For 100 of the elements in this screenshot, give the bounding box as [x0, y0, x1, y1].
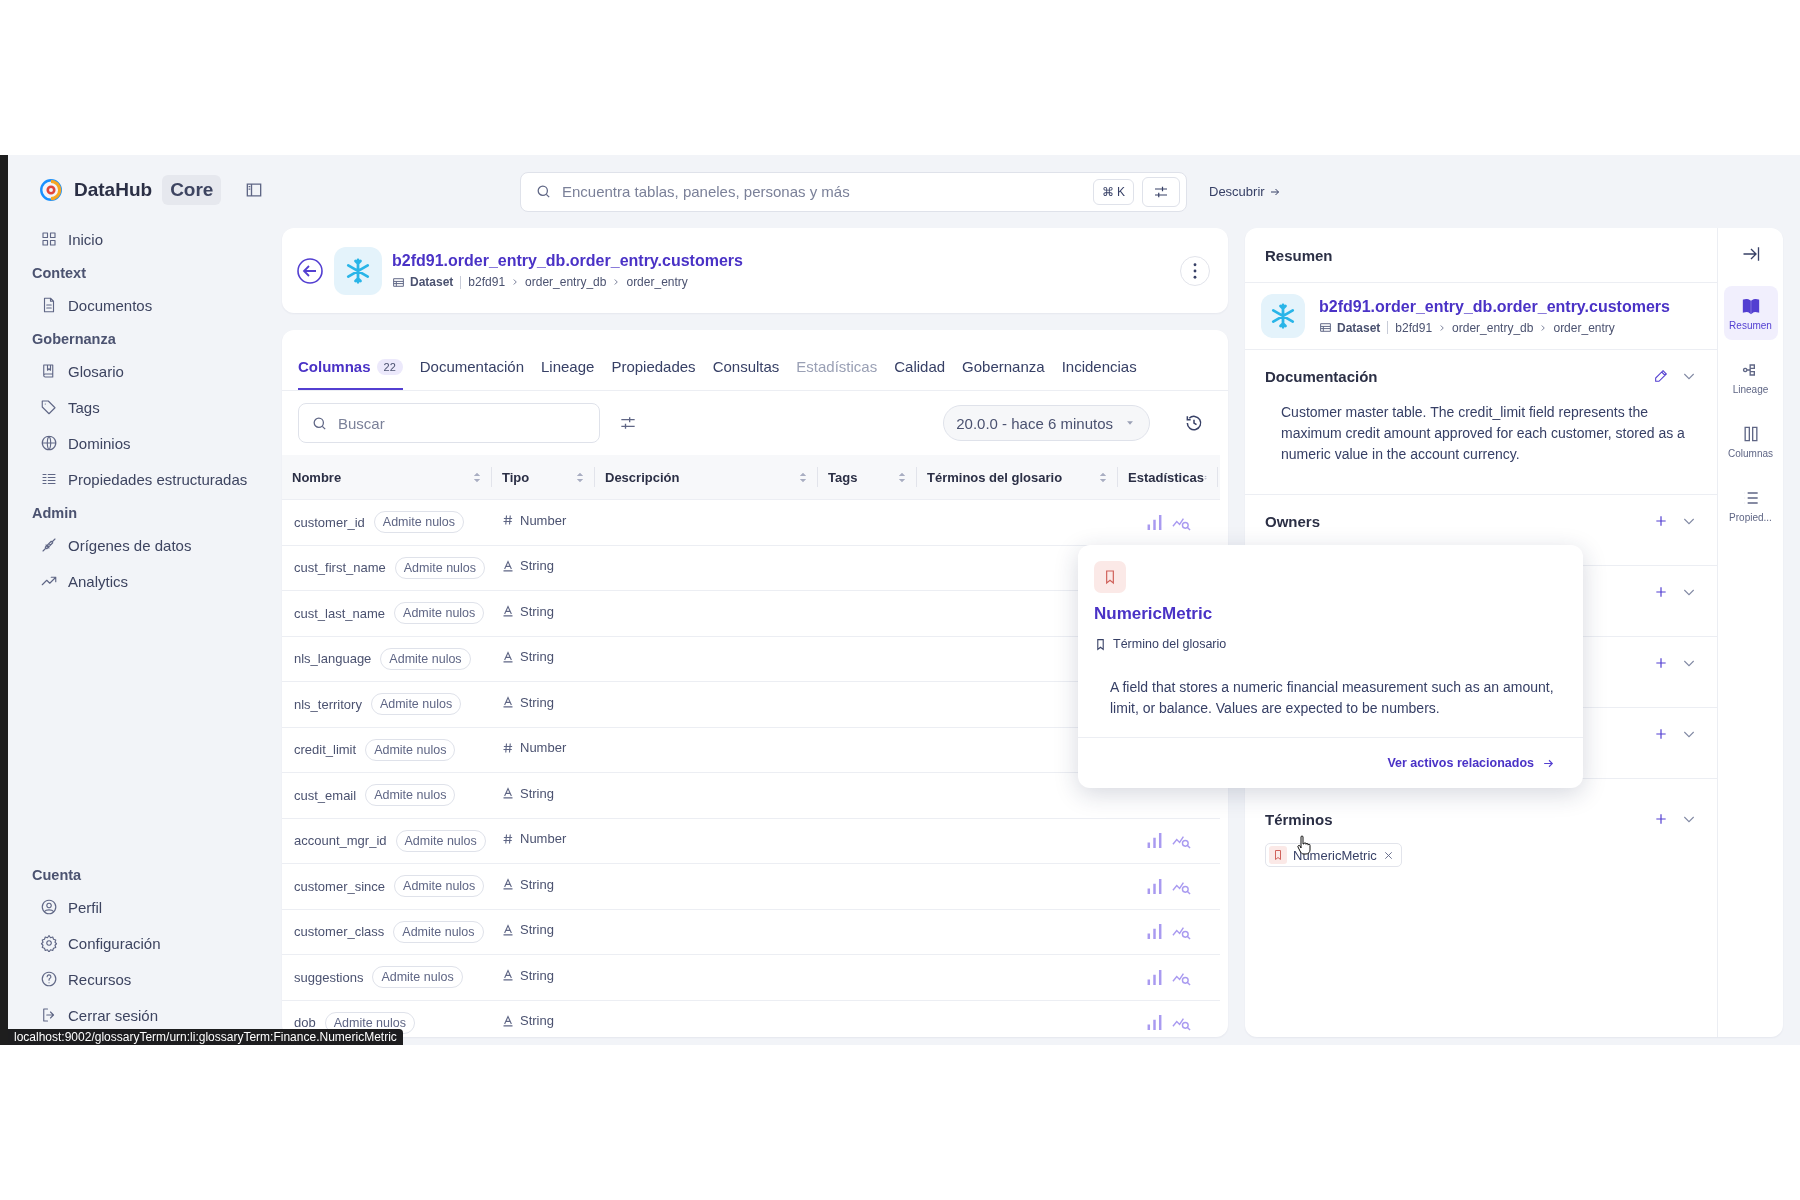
sort-icon[interactable] [576, 470, 584, 484]
tab[interactable]: Gobernanza [962, 358, 1045, 390]
term-title[interactable]: NumericMetric [1094, 604, 1567, 624]
sidebar-item[interactable]: Orígenes de datos [24, 527, 266, 563]
bar-chart-icon[interactable] [1145, 922, 1164, 942]
breadcrumb-link[interactable]: order_entry_db [1452, 320, 1534, 335]
bookmark-icon [1269, 846, 1287, 864]
breadcrumb-link[interactable]: order_entry [626, 275, 688, 289]
tab[interactable]: Propiedades [611, 358, 696, 390]
sidebar-item[interactable]: Documentos [24, 287, 266, 323]
tab[interactable]: Lineage [541, 358, 595, 390]
data-type: String [520, 603, 554, 619]
tab[interactable]: Calidad [894, 358, 946, 390]
edit-icon[interactable] [1653, 368, 1669, 384]
column-name: suggestions [294, 969, 364, 985]
history-icon[interactable] [1184, 413, 1204, 433]
sidebar-item[interactable]: Tags [24, 389, 266, 425]
dataset-title[interactable]: b2fd91.order_entry_db.order_entry.customers [392, 252, 743, 270]
panel-tab[interactable]: Resumen [1723, 286, 1778, 340]
data-type: String [520, 922, 554, 938]
bar-chart-icon[interactable] [1145, 967, 1164, 987]
panel-tab[interactable]: Columnas [1723, 414, 1778, 468]
search-icon [535, 183, 552, 200]
entity-type: Dataset [1337, 320, 1381, 335]
related-assets-link[interactable]: Ver activos relacionados [1387, 756, 1555, 770]
edition-badge: Core [162, 175, 222, 205]
nav-icon [40, 230, 58, 248]
tab[interactable]: Columnas 22 [298, 358, 403, 390]
panel-title: Resumen [1245, 228, 1717, 283]
nav-icon [40, 970, 58, 988]
breadcrumb-link[interactable]: b2fd91 [468, 275, 506, 289]
panel-tab[interactable]: Lineage [1723, 350, 1778, 404]
sort-icon[interactable] [898, 470, 906, 484]
search-field[interactable]: Buscar [298, 403, 600, 443]
discover-link[interactable]: Descubrir [1209, 184, 1281, 199]
filter-button[interactable] [1142, 176, 1180, 207]
hash-icon [502, 832, 514, 845]
count-badge: 22 [376, 358, 403, 375]
data-type: String [520, 694, 554, 710]
tab[interactable]: Documentación [419, 358, 524, 390]
table-icon [1319, 321, 1332, 334]
back-icon[interactable] [296, 256, 324, 285]
nav-icon [40, 434, 58, 452]
data-type: String [520, 1013, 554, 1029]
column-name: nls_territory [294, 696, 362, 712]
search-input[interactable]: Buscar [336, 413, 587, 433]
breadcrumb-link[interactable]: order_entry_db [525, 275, 607, 289]
sort-icon[interactable] [1099, 470, 1107, 484]
column-header[interactable]: Tipo [492, 467, 595, 487]
sidebar-item[interactable]: Recursos [24, 961, 266, 997]
dataset-title[interactable]: b2fd91.order_entry_db.order_entry.customers [1319, 297, 1670, 316]
bar-chart-icon[interactable] [1145, 831, 1164, 851]
column-header[interactable]: Tags [818, 467, 917, 487]
sidebar-item[interactable]: Configuración [24, 925, 266, 961]
section-heading: Cuenta [31, 866, 83, 885]
sidebar-item[interactable]: Perfil [24, 889, 266, 925]
sort-icon[interactable] [799, 470, 807, 484]
plus-icon[interactable] [1653, 513, 1669, 529]
bookmark-icon [1094, 637, 1107, 651]
breadcrumb-link[interactable]: order_entry [1553, 320, 1615, 335]
close-icon[interactable] [1382, 849, 1394, 861]
column-header[interactable]: Nombre [282, 467, 492, 487]
column-header[interactable]: Estadísticas [1118, 467, 1218, 487]
bar-chart-icon[interactable] [1145, 876, 1164, 896]
column-name: cust_last_name [294, 605, 386, 621]
sidebar-item[interactable]: Glosario [24, 353, 266, 389]
column-name: customer_class [294, 924, 385, 940]
plus-icon[interactable] [1653, 655, 1669, 671]
nav-icon [40, 398, 58, 416]
plus-icon[interactable] [1653, 726, 1669, 742]
column-header[interactable]: Términos del glosario [917, 467, 1118, 487]
column-header[interactable]: Descripción [595, 467, 818, 487]
tab[interactable]: Consultas [712, 358, 780, 390]
breadcrumb-link[interactable]: b2fd91 [1395, 320, 1433, 335]
more-button[interactable] [1180, 255, 1210, 286]
section-heading: Context [31, 264, 87, 283]
sidebar-item[interactable]: Propiedades estructuradas [24, 461, 266, 497]
column-name: credit_limit [294, 742, 357, 758]
sidebar-item[interactable]: Analytics [24, 563, 266, 599]
sidebar-item[interactable]: Inicio [24, 221, 266, 257]
data-type: Number [520, 831, 567, 847]
section-heading: Admin [31, 504, 79, 523]
text-type-icon [502, 696, 514, 709]
search-input[interactable]: Encuentra tablas, paneles, personas y más [560, 182, 1085, 201]
search-field[interactable]: Encuentra tablas, paneles, personas y más ⌘ K [520, 171, 1187, 212]
plus-icon[interactable] [1653, 584, 1669, 600]
panel-tab[interactable]: Propied... [1723, 478, 1778, 532]
term-description: A field that stores a numeric financial measurement such as an amount, limit, or balance. Values are expected to be numbers. [1110, 678, 1555, 718]
tab[interactable]: Incidencias [1061, 358, 1137, 390]
text-type-icon [502, 878, 514, 891]
bar-chart-icon[interactable] [1145, 512, 1164, 532]
sidebar-item[interactable]: Dominios [24, 425, 266, 461]
entity-type: Dataset [410, 275, 454, 289]
plus-icon[interactable] [1653, 811, 1669, 827]
data-type: String [520, 558, 554, 574]
sort-icon[interactable] [473, 470, 481, 484]
section-heading: Gobernanza [31, 330, 117, 349]
version-select[interactable]: 20.0.0 - hace 6 minutos [943, 405, 1150, 441]
bar-chart-icon[interactable] [1145, 1013, 1164, 1033]
data-type: String [520, 876, 554, 892]
